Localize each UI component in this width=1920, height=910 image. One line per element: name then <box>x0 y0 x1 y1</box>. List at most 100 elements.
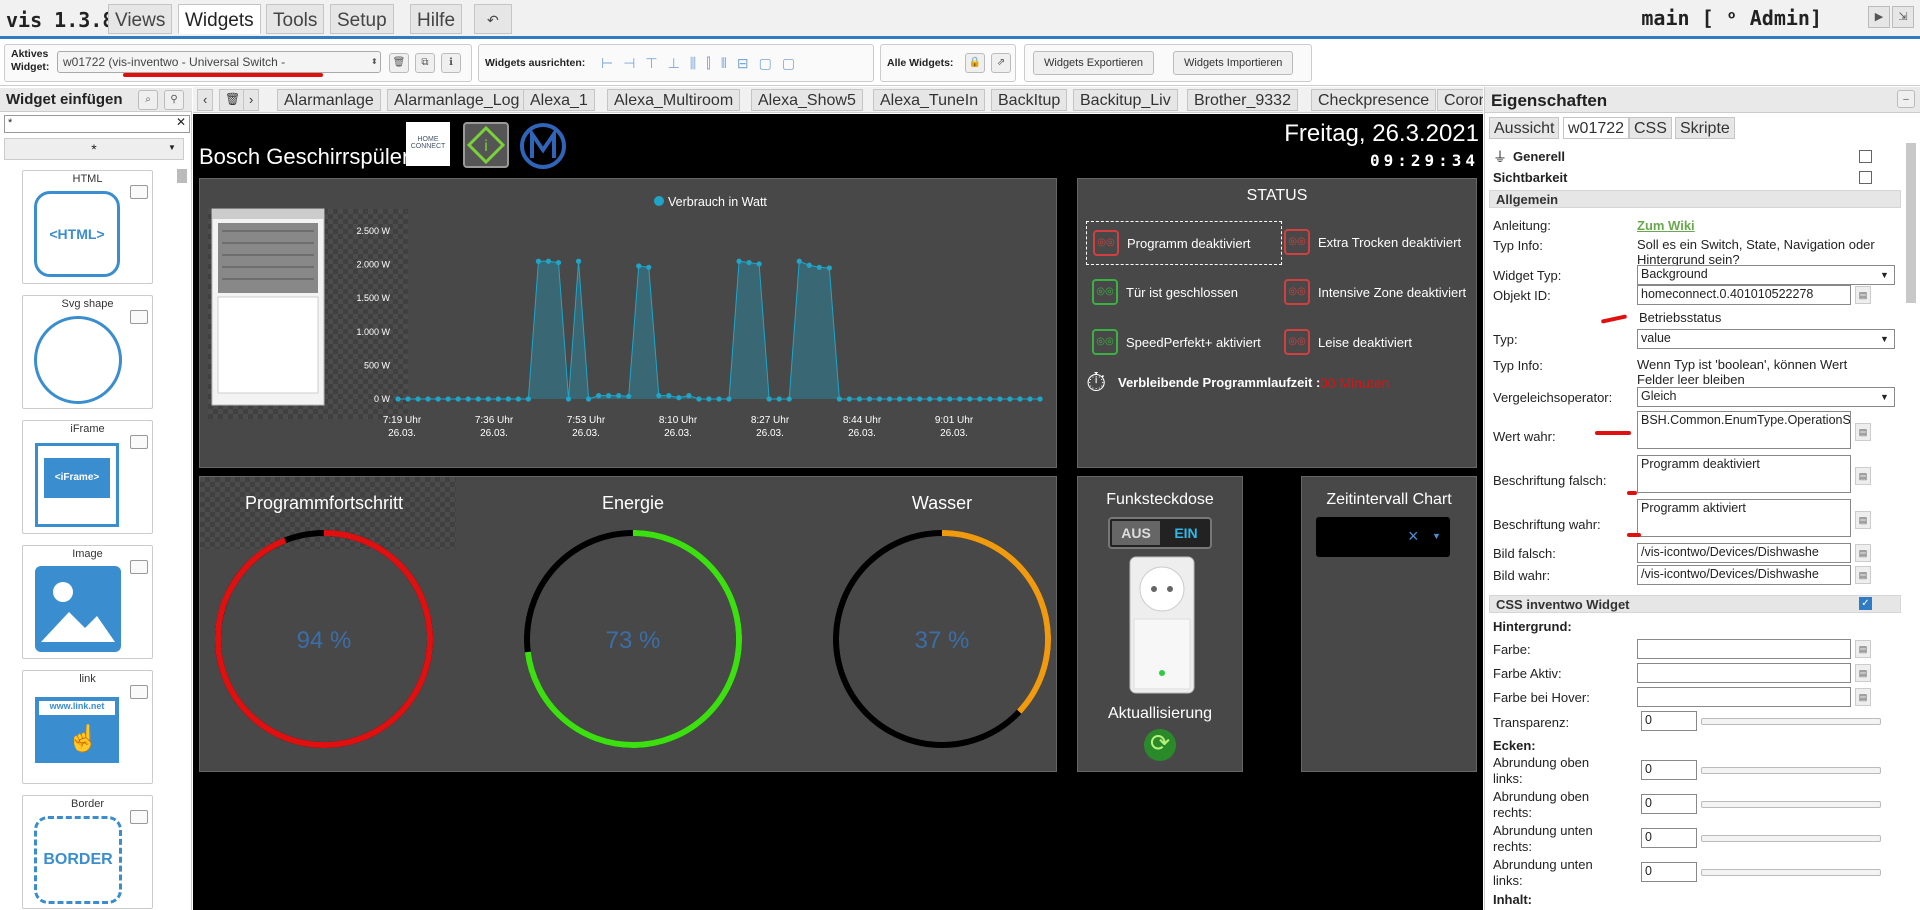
menu-tab-hilfe[interactable]: Hilfe <box>410 4 463 34</box>
view-tab[interactable]: Alexa_TuneIn <box>873 89 986 111</box>
section-allgemein[interactable]: Allgemein <box>1489 190 1901 208</box>
prop-textarea[interactable]: Programm aktiviert <box>1637 499 1851 537</box>
menu-tab-tools[interactable]: Tools <box>266 4 325 34</box>
color-picker-button[interactable]: ▤ <box>1855 640 1871 658</box>
transparenz-slider[interactable] <box>1701 718 1881 725</box>
css-section-checkbox[interactable]: ✓ <box>1859 597 1872 610</box>
prop-select[interactable]: value <box>1637 329 1895 349</box>
corner-input[interactable]: 0 <box>1641 862 1697 882</box>
color-picker-button[interactable]: ▤ <box>1855 688 1871 706</box>
pin-icon[interactable]: ⚲ <box>164 90 184 110</box>
refresh-icon[interactable]: ⟳ <box>1144 729 1176 761</box>
menu-tab-setup[interactable]: Setup <box>330 4 394 34</box>
palette-scrollbar[interactable] <box>177 169 187 183</box>
view-tab[interactable]: Alarmanlage <box>277 89 381 111</box>
browse-button[interactable]: ▤ <box>1855 544 1871 562</box>
palette-widget-border[interactable]: Border BORDER <box>22 795 153 909</box>
view-tab[interactable]: Alexa_1 <box>523 89 595 111</box>
palette-widget-link[interactable]: link www.link.net ☝ <box>22 670 153 784</box>
view-tab[interactable]: Brother_9332 <box>1187 89 1298 111</box>
palette-category-select[interactable]: * <box>4 138 184 160</box>
corner-slider[interactable] <box>1701 835 1881 842</box>
palette-widget-html[interactable]: HTML <HTML> <box>22 170 153 284</box>
clear-icon[interactable]: × <box>1408 526 1419 547</box>
view-tab[interactable]: Backitup_Liv <box>1073 89 1178 111</box>
tabs-prev-icon[interactable]: ‹ <box>197 89 214 111</box>
props-tab[interactable]: CSS <box>1629 117 1672 139</box>
color-input[interactable] <box>1637 687 1851 707</box>
wiki-link[interactable]: Zum Wiki <box>1637 218 1695 233</box>
import-button[interactable]: Widgets Importieren <box>1173 51 1294 75</box>
view-tab[interactable]: Checkpresence <box>1311 89 1437 111</box>
sichtbarkeit-checkbox[interactable] <box>1859 171 1872 184</box>
view-tab[interactable]: Alarmanlage_Log <box>387 89 527 111</box>
props-tab[interactable]: Skripte <box>1675 117 1735 139</box>
view-tab[interactable]: Corona_A <box>1437 89 1483 111</box>
corner-input[interactable]: 0 <box>1641 760 1697 780</box>
prop-input[interactable]: homeconnect.0.401010522278 <box>1637 285 1851 305</box>
external-icon[interactable]: ⇗ <box>991 53 1011 73</box>
prop-select[interactable]: Background <box>1637 265 1895 285</box>
props-scrollbar[interactable] <box>1906 143 1916 303</box>
color-picker-button[interactable]: ▤ <box>1855 664 1871 682</box>
props-tab[interactable]: Aussicht <box>1489 117 1560 139</box>
view-tab[interactable]: Alexa_Multiroom <box>607 89 741 111</box>
section-generell[interactable]: Generell <box>1513 149 1565 164</box>
expand-icon[interactable]: ⇲ <box>1892 6 1914 28</box>
color-input[interactable] <box>1637 663 1851 683</box>
palette-filter-input[interactable]: * <box>4 115 190 133</box>
active-widget-label-2: Widget: <box>11 61 50 73</box>
status-item[interactable]: ◎◎ Leise deaktiviert <box>1278 321 1468 365</box>
browse-button[interactable]: ▤ <box>1855 286 1871 304</box>
edit-button[interactable]: ▤ <box>1855 511 1871 529</box>
interval-select[interactable]: × ▼ <box>1316 517 1450 557</box>
edit-button[interactable]: ▤ <box>1855 467 1871 485</box>
status-item[interactable]: ◎◎ Intensive Zone deaktiviert <box>1278 271 1468 315</box>
export-button[interactable]: Widgets Exportieren <box>1033 51 1155 75</box>
props-tab[interactable]: w01722 <box>1563 117 1630 139</box>
view-tab[interactable]: Alexa_Show5 <box>751 89 863 111</box>
prop-select[interactable]: Gleich <box>1637 387 1895 407</box>
prop-textarea[interactable]: Programm deaktiviert <box>1637 455 1851 493</box>
prop-input[interactable]: /vis-icontwo/Devices/Dishwashe <box>1637 565 1851 585</box>
section-sichtbarkeit[interactable]: Sichtbarkeit <box>1493 170 1567 185</box>
browse-button[interactable]: ▤ <box>1855 566 1871 584</box>
copy-icon[interactable]: ⧉ <box>415 53 435 73</box>
menu-tab-views[interactable]: Views <box>108 4 173 34</box>
corner-input[interactable]: 0 <box>1641 794 1697 814</box>
palette-widget-svg-shape[interactable]: Svg shape <box>22 295 153 409</box>
prop-input[interactable]: /vis-icontwo/Devices/Dishwashe <box>1637 543 1851 563</box>
palette-widget-image[interactable]: Image <box>22 545 153 659</box>
corner-input[interactable]: 0 <box>1641 828 1697 848</box>
align-icons[interactable]: ⊢⊣⊤⊥⫼⫿⦀⊟▢▢ <box>601 55 805 72</box>
view-tab[interactable]: BackItup <box>991 89 1068 111</box>
status-item[interactable]: ◎◎ Programm deaktiviert <box>1086 221 1282 265</box>
generell-checkbox[interactable] <box>1859 150 1872 163</box>
section-css-inventwo[interactable]: CSS inventwo Widget <box>1489 595 1901 613</box>
delete-icon[interactable]: 🗑 <box>389 53 409 73</box>
status-item[interactable]: ◎◎ Tür ist geschlossen <box>1086 271 1276 315</box>
menu-tab-widgets[interactable]: Widgets <box>178 4 261 34</box>
prop-textarea[interactable]: BSH.Common.EnumType.OperationState.Run <box>1637 411 1851 449</box>
minimize-icon[interactable]: – <box>1897 90 1915 108</box>
search-icon[interactable]: ⌕ <box>138 90 158 110</box>
edit-button[interactable]: ▤ <box>1855 423 1871 441</box>
info-widget-button[interactable]: i <box>463 122 509 168</box>
status-item[interactable]: ◎◎ SpeedPerfekt+ aktiviert <box>1086 321 1276 365</box>
tabs-next-icon[interactable]: › <box>243 89 260 111</box>
status-item[interactable]: ◎◎ Extra Trocken deaktiviert <box>1278 221 1468 265</box>
clear-filter-icon[interactable]: ✕ <box>176 115 186 129</box>
plug-toggle[interactable]: AUS EIN <box>1108 517 1212 549</box>
lock-icon[interactable]: 🔒 <box>965 53 985 73</box>
gauge-title: Wasser <box>911 493 973 513</box>
transparenz-input[interactable]: 0 <box>1641 711 1697 731</box>
active-widget-select[interactable]: w01722 (vis-inventwo - Universal Switch … <box>57 51 381 73</box>
play-icon[interactable]: ▶ <box>1868 6 1890 28</box>
info-icon[interactable]: ℹ <box>441 53 461 73</box>
undo-button[interactable]: ↶ <box>474 4 512 34</box>
palette-widget-iframe[interactable]: iFrame <iFrame> <box>22 420 153 534</box>
corner-slider[interactable] <box>1701 869 1881 876</box>
corner-slider[interactable] <box>1701 801 1881 808</box>
color-input[interactable] <box>1637 639 1851 659</box>
corner-slider[interactable] <box>1701 767 1881 774</box>
